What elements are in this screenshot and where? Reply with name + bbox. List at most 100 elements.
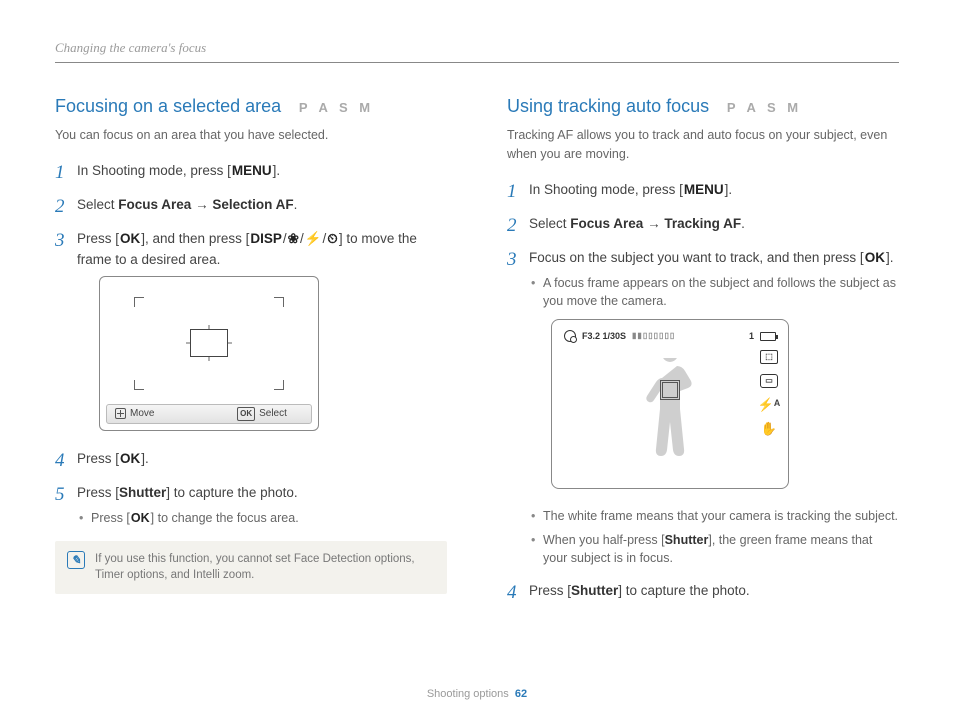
drive-icon: ▭ xyxy=(760,374,778,388)
step-4: Press [OK]. xyxy=(55,449,447,469)
battery-icon xyxy=(760,332,776,341)
text: Select xyxy=(77,197,118,212)
text: → xyxy=(191,197,212,212)
footer-section: Shooting options xyxy=(427,688,509,700)
af-corner-icon xyxy=(134,380,144,390)
menu-key: MENU xyxy=(231,163,273,178)
flash-status-icon: ⚡ᴬ xyxy=(760,398,778,412)
bold: Focus Area xyxy=(118,197,191,212)
text: Press [ xyxy=(77,451,119,466)
section-intro: You can focus on an area that you have s… xyxy=(55,126,447,145)
steps-list: In Shooting mode, press [MENU]. Select F… xyxy=(55,161,447,528)
step-2: Select Focus Area → Selection AF. xyxy=(55,195,447,215)
text: Select xyxy=(529,216,570,231)
histogram-icon: ▮▮▯▯▯▯▯▯ xyxy=(632,330,675,342)
step-5: Press [Shutter] to capture the photo. Pr… xyxy=(55,483,447,527)
page-number: 62 xyxy=(515,688,527,700)
stabilizer-icon: ✋ xyxy=(760,422,778,436)
text: ]. xyxy=(725,182,733,197)
flash-icon: ⚡ xyxy=(304,231,323,246)
macro-icon: ❀ xyxy=(287,231,300,246)
ok-key: OK xyxy=(119,451,141,466)
header-rule xyxy=(55,62,899,63)
step-3: Press [OK], and then press [DISP/❀/⚡/⏲] … xyxy=(55,229,447,431)
subject-silhouette xyxy=(642,358,698,468)
step-2: Select Focus Area → Tracking AF. xyxy=(507,214,899,234)
step-4: Press [Shutter] to capture the photo. xyxy=(507,581,899,601)
text: → xyxy=(643,216,664,231)
text: Press [ xyxy=(529,583,571,598)
step-3: Focus on the subject you want to track, … xyxy=(507,248,899,567)
text: . xyxy=(741,216,745,231)
lcd-help-bar: Move OK Select xyxy=(106,404,312,424)
ok-icon: OK xyxy=(237,407,255,421)
dpad-icon xyxy=(115,408,126,419)
timer-icon: ⏲ xyxy=(326,231,339,246)
lcd-top-info: F3.2 1/30S ▮▮▯▯▯▯▯▯ 1 xyxy=(564,330,776,344)
menu-key: MENU xyxy=(683,182,725,197)
sub-bullets: A focus frame appears on the subject and… xyxy=(529,274,899,310)
text: . xyxy=(294,197,298,212)
text: Press [ xyxy=(77,231,119,246)
section-heading-row: Focusing on a selected area P A S M xyxy=(55,93,447,120)
section-intro: Tracking AF allows you to track and auto… xyxy=(507,126,899,164)
bold: Selection AF xyxy=(212,197,293,212)
text: ]. xyxy=(273,163,281,178)
sub-bullets: The white frame means that your camera i… xyxy=(529,507,899,567)
ok-key: OK xyxy=(864,250,886,265)
shutter-key: Shutter xyxy=(571,583,618,598)
sub-bullets: Press [OK] to change the focus area. xyxy=(77,509,447,527)
focus-frame xyxy=(190,329,228,357)
shutter-key: Shutter xyxy=(665,533,709,547)
text: ] to capture the photo. xyxy=(166,485,297,500)
ok-key: OK xyxy=(119,231,141,246)
section-title: Using tracking auto focus xyxy=(507,96,709,116)
bold: Tracking AF xyxy=(664,216,741,231)
content-columns: Focusing on a selected area P A S M You … xyxy=(55,93,899,615)
af-corner-icon xyxy=(134,297,144,307)
mode-tags: P A S M xyxy=(299,100,374,115)
bullet: The white frame means that your camera i… xyxy=(529,507,899,525)
text: ] to capture the photo. xyxy=(618,583,749,598)
af-corner-icon xyxy=(274,380,284,390)
step-1: In Shooting mode, press [MENU]. xyxy=(507,180,899,200)
auto-mode-icon xyxy=(564,330,576,342)
note-box: ✎ If you use this function, you cannot s… xyxy=(55,541,447,593)
text: When you half-press [ xyxy=(543,533,665,547)
bold: Focus Area xyxy=(570,216,643,231)
text: ] to change the focus area. xyxy=(151,511,299,525)
right-column: Using tracking auto focus P A S M Tracki… xyxy=(507,93,899,615)
tracking-frame xyxy=(660,380,680,400)
text: ], and then press [ xyxy=(141,231,249,246)
shutter-key: Shutter xyxy=(119,485,166,500)
step-1: In Shooting mode, press [MENU]. xyxy=(55,161,447,181)
shots-remaining: 1 xyxy=(749,330,754,344)
af-corner-icon xyxy=(274,297,284,307)
ok-key: OK xyxy=(130,511,151,525)
section-heading-row: Using tracking auto focus P A S M xyxy=(507,93,899,120)
lcd-illustration: Move OK Select xyxy=(99,276,319,431)
move-label: Move xyxy=(130,406,154,421)
note-text: If you use this function, you cannot set… xyxy=(95,551,435,583)
text: Focus on the subject you want to track, … xyxy=(529,250,864,265)
lcd-illustration-tracking: F3.2 1/30S ▮▮▯▯▯▯▯▯ 1 ⬚ ▭ ⚡ᴬ ✋ xyxy=(551,319,789,489)
lcd-side-icons: ⬚ ▭ ⚡ᴬ ✋ xyxy=(760,350,778,436)
bullet: A focus frame appears on the subject and… xyxy=(529,274,899,310)
select-label: Select xyxy=(259,406,287,421)
text: ]. xyxy=(141,451,149,466)
bullet: When you half-press [Shutter], the green… xyxy=(529,531,899,567)
bullet: Press [OK] to change the focus area. xyxy=(77,509,447,527)
text: ]. xyxy=(886,250,894,265)
mode-tags: P A S M xyxy=(727,100,802,115)
note-icon: ✎ xyxy=(67,551,85,569)
disp-key: DISP xyxy=(249,231,283,246)
left-column: Focusing on a selected area P A S M You … xyxy=(55,93,447,615)
page-header: Changing the camera's focus xyxy=(55,40,899,56)
text: Press [ xyxy=(91,511,130,525)
exposure-info: F3.2 1/30S xyxy=(582,330,626,344)
text: Press [ xyxy=(77,485,119,500)
size-icon: ⬚ xyxy=(760,350,778,364)
steps-list: In Shooting mode, press [MENU]. Select F… xyxy=(507,180,899,602)
text: In Shooting mode, press [ xyxy=(77,163,231,178)
section-title: Focusing on a selected area xyxy=(55,96,281,116)
